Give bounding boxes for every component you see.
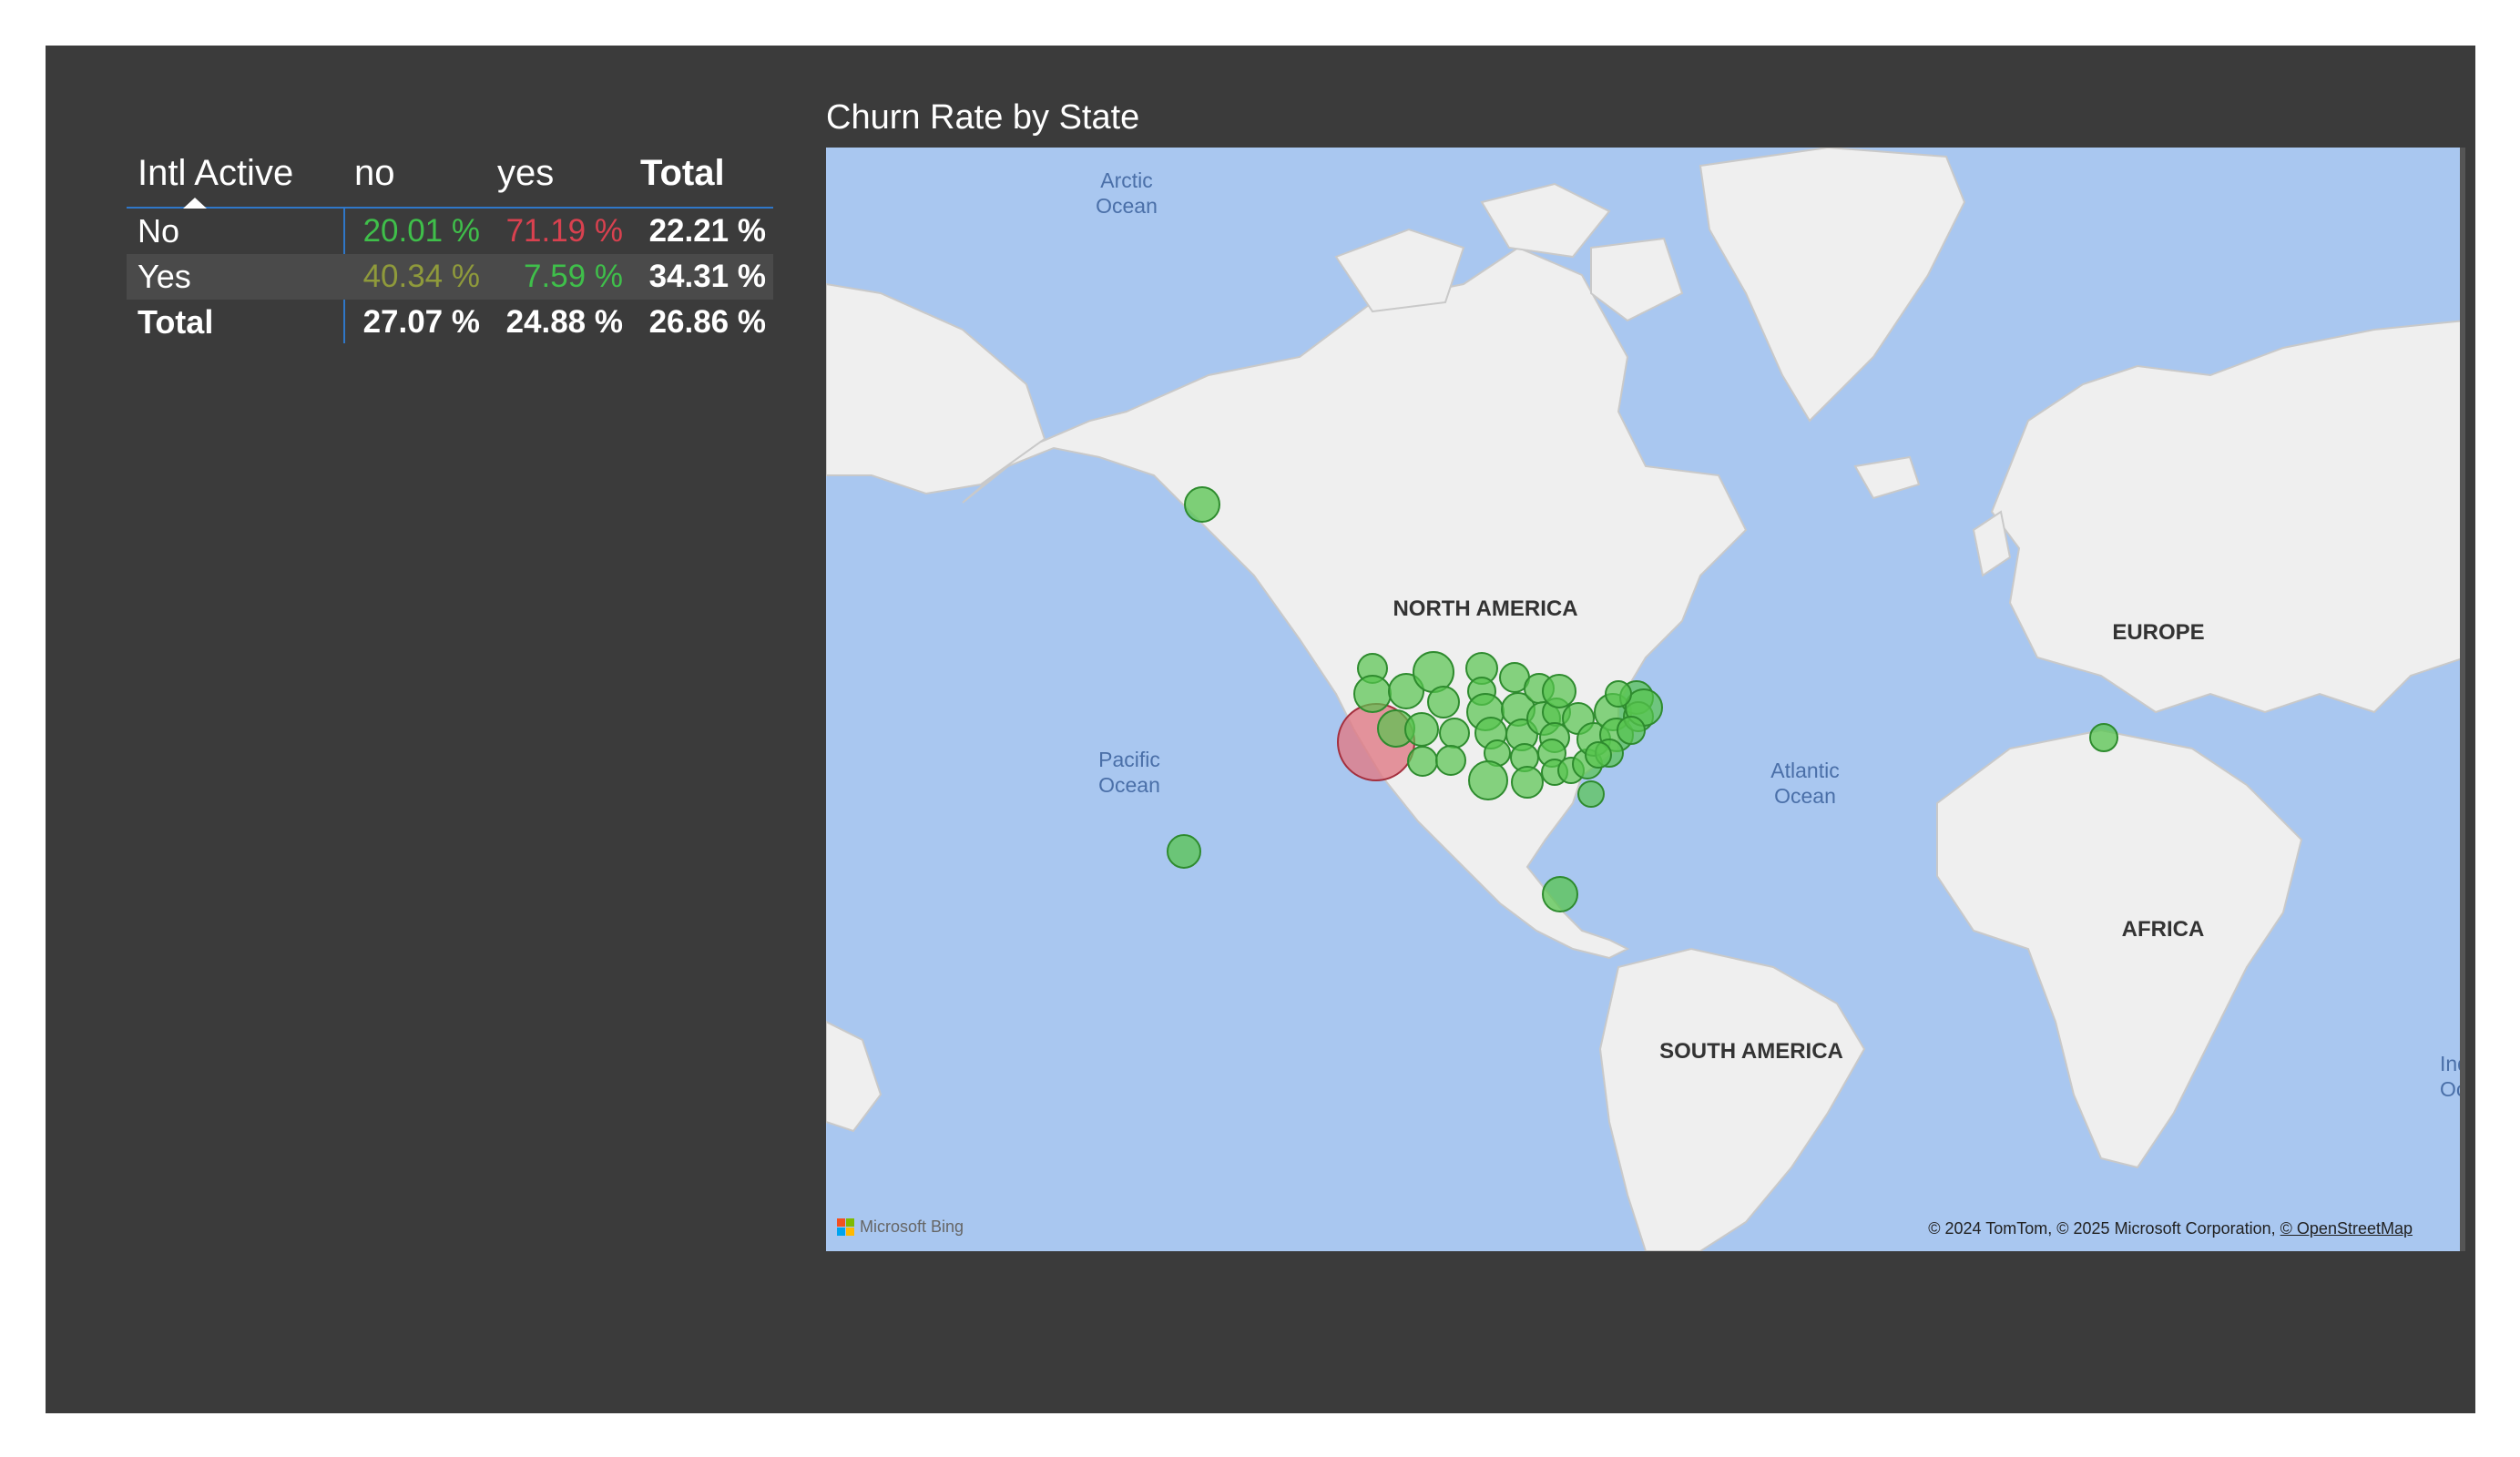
bubble-alaska[interactable] [1184, 486, 1220, 523]
churn-map[interactable]: Arctic Ocean Pacific Ocean Atlantic Ocea… [826, 148, 2465, 1251]
cell-total-no: 27.07 % [362, 304, 480, 340]
bubble-co[interactable] [1439, 718, 1470, 749]
bubble-az[interactable] [1407, 746, 1438, 777]
sort-up-triangle-icon[interactable] [183, 198, 207, 209]
bubble-fl[interactable] [1577, 780, 1605, 808]
cell-yes-no: 40.34 % [362, 259, 480, 294]
map-svg: Arctic Ocean Pacific Ocean Atlantic Ocea… [826, 148, 2465, 1251]
bubble-central-america[interactable] [1542, 876, 1578, 912]
label-africa: AFRICA [2122, 917, 2205, 942]
map-attribution: © 2024 TomTom, © 2025 Microsoft Corporat… [1928, 1219, 2413, 1238]
bubble-ma[interactable] [1605, 680, 1632, 708]
cell-total-total: 26.86 % [648, 304, 766, 340]
label-pacific-2: Ocean [1098, 773, 1160, 797]
attribution-text: © 2024 TomTom, © 2025 Microsoft Corporat… [1928, 1219, 2276, 1238]
bubble-tx[interactable] [1468, 760, 1508, 800]
bing-logo: Microsoft Bing [837, 1218, 964, 1237]
bubble-wy[interactable] [1427, 686, 1460, 718]
bing-label: Microsoft Bing [860, 1218, 964, 1236]
churn-matrix: Intl Active no yes Total No 20.01 % 71.1… [127, 148, 773, 345]
microsoft-logo-icon [837, 1218, 854, 1236]
row-header-intl-active[interactable]: Intl Active [138, 148, 293, 198]
cell-no-total: 22.21 % [648, 213, 766, 249]
label-south-america: SOUTH AMERICA [1659, 1039, 1843, 1064]
bubble-or[interactable] [1353, 675, 1392, 713]
bubble-mediterranean[interactable] [2089, 723, 2118, 752]
row-label-no: No [138, 212, 180, 250]
row-label-total: Total [138, 303, 214, 341]
matrix-row-no[interactable]: No 20.01 % 71.19 % 22.21 % [127, 209, 773, 254]
matrix-row-total[interactable]: Total 27.07 % 24.88 % 26.86 % [127, 300, 773, 345]
map-right-edge [2460, 148, 2465, 1251]
cell-yes-total: 34.31 % [648, 259, 766, 294]
label-arctic-2: Ocean [1096, 194, 1158, 218]
label-europe: EUROPE [2112, 620, 2204, 645]
bubble-hawaii[interactable] [1167, 834, 1201, 869]
cell-no-no: 20.01 % [362, 213, 480, 249]
bubble-md[interactable] [1617, 716, 1646, 745]
bubble-mi[interactable] [1542, 674, 1576, 708]
bubble-la[interactable] [1511, 766, 1544, 799]
bubble-sc[interactable] [1585, 741, 1612, 769]
label-atlantic-2: Ocean [1774, 784, 1836, 808]
matrix-row-yes[interactable]: Yes 40.34 % 7.59 % 34.31 % [127, 254, 773, 300]
label-north-america: NORTH AMERICA [1393, 596, 1577, 621]
col-header-total[interactable]: Total [640, 148, 725, 198]
cell-yes-yes: 7.59 % [524, 259, 623, 294]
label-pacific-1: Pacific [1098, 748, 1160, 771]
bubble-nm[interactable] [1435, 745, 1466, 776]
cell-total-yes: 24.88 % [505, 304, 623, 340]
label-arctic-1: Arctic [1100, 168, 1153, 192]
col-header-yes[interactable]: yes [497, 148, 554, 198]
row-label-yes: Yes [138, 258, 191, 295]
cell-no-yes: 71.19 % [505, 213, 623, 249]
report-canvas: Intl Active no yes Total No 20.01 % 71.1… [46, 46, 2475, 1413]
bubble-ut[interactable] [1404, 712, 1439, 747]
col-header-no[interactable]: no [354, 148, 395, 198]
bubble-mt[interactable] [1413, 651, 1454, 693]
label-atlantic-1: Atlantic [1770, 759, 1839, 782]
map-title: Churn Rate by State [826, 98, 1140, 137]
matrix-header-row: Intl Active no yes Total [127, 148, 773, 209]
osm-link[interactable]: © OpenStreetMap [2280, 1219, 2413, 1238]
